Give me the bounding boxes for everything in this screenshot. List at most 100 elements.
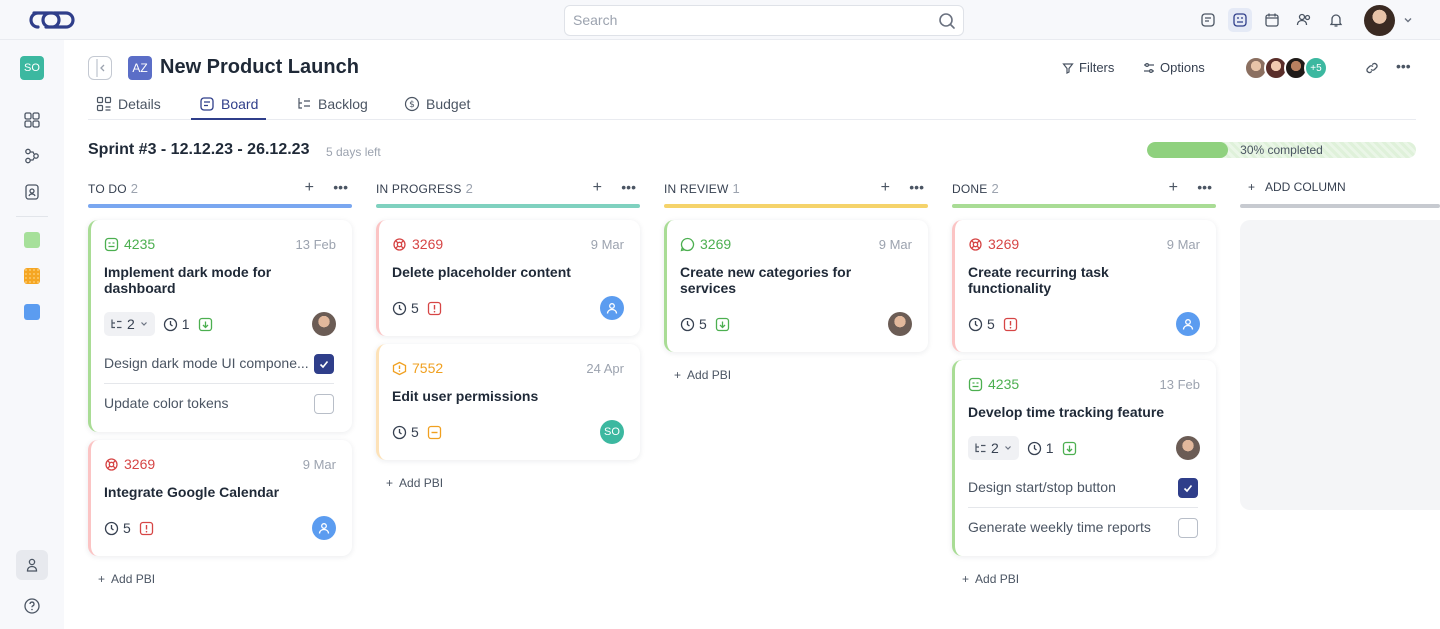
add-pbi-button[interactable]: + Add PBI	[674, 368, 731, 382]
estimate-value: 5	[411, 424, 419, 440]
column-color-bar	[1240, 204, 1440, 208]
column-menu-icon[interactable]: •••	[621, 179, 636, 195]
checkbox-checked[interactable]	[314, 354, 334, 374]
checklist-item[interactable]: Update color tokens	[104, 384, 334, 424]
low-priority-icon	[715, 317, 729, 331]
more-options-icon[interactable]: •••	[1396, 58, 1411, 74]
add-column-dropzone[interactable]	[1240, 220, 1440, 510]
checkbox-checked[interactable]	[1178, 478, 1198, 498]
card[interactable]: 3269 9 Mar Create recurring task functio…	[952, 220, 1216, 352]
link-icon[interactable]	[1364, 60, 1380, 81]
search-box[interactable]	[564, 5, 964, 36]
card-id: 3269	[968, 236, 1019, 252]
search-icon[interactable]	[937, 11, 957, 36]
assignee-avatar[interactable]	[600, 296, 624, 320]
search-input[interactable]	[573, 12, 913, 28]
tab-budget[interactable]: $ Budget	[404, 96, 470, 120]
assignee-avatar[interactable]	[312, 516, 336, 540]
card-title: Create recurring task functionality	[968, 264, 1109, 296]
high-priority-icon	[427, 301, 441, 315]
bell-icon[interactable]	[1324, 8, 1348, 32]
subtasks-dropdown[interactable]: 2	[968, 436, 1019, 460]
column-header-in-progress: IN PROGRESS 2 + •••	[376, 179, 640, 208]
checklist-item[interactable]: Generate weekly time reports	[968, 508, 1198, 548]
column-color-bar	[376, 204, 640, 208]
help-icon[interactable]	[22, 596, 42, 621]
chevron-down-icon[interactable]	[1402, 13, 1414, 31]
column-header-done: DONE 2 + •••	[952, 179, 1216, 208]
bug-icon	[105, 457, 118, 471]
checklist-item[interactable]: Design dark mode UI compone...	[104, 344, 334, 384]
card[interactable]: 7552 24 Apr Edit user permissions 5 SO	[376, 344, 640, 460]
project-orange-icon[interactable]	[24, 268, 40, 284]
subtasks-count: 2	[991, 440, 999, 456]
checklist-item[interactable]: Design start/stop button	[968, 468, 1198, 508]
add-card-icon[interactable]: +	[881, 179, 890, 197]
profile-icon[interactable]	[16, 550, 48, 580]
app-logo[interactable]	[24, 8, 86, 37]
column-menu-icon[interactable]: •••	[909, 179, 924, 195]
assignee-avatar[interactable]	[888, 312, 912, 336]
members-avatars[interactable]: +5	[1244, 56, 1328, 80]
add-card-icon[interactable]: +	[305, 179, 314, 197]
card[interactable]: 4235 13 Feb Implement dark mode for dash…	[88, 220, 352, 432]
assignee-avatar[interactable]	[312, 312, 336, 336]
sprint-progress-bar: 30% completed	[1147, 142, 1416, 158]
card-date: 9 Mar	[1166, 237, 1200, 252]
tab-details[interactable]: Details	[96, 96, 161, 120]
estimate-value: 5	[699, 316, 707, 332]
sprint-days-left: 5 days left	[326, 145, 381, 159]
user-avatar[interactable]	[1364, 5, 1395, 36]
card-id: 4235	[968, 376, 1019, 392]
column-menu-icon[interactable]: •••	[1197, 179, 1212, 195]
card[interactable]: 3269 9 Mar Integrate Google Calendar 5	[88, 440, 352, 556]
assignee-avatar[interactable]: SO	[600, 420, 624, 444]
add-pbi-button[interactable]: + Add PBI	[962, 572, 1019, 586]
column-color-bar	[88, 204, 352, 208]
add-column[interactable]: + ADD COLUMN	[1240, 180, 1440, 510]
add-card-icon[interactable]: +	[593, 179, 602, 197]
subtasks-dropdown[interactable]: 2	[104, 312, 155, 336]
contacts-icon[interactable]	[22, 182, 42, 202]
team-icon[interactable]	[1292, 8, 1316, 32]
question-bubble-icon	[680, 237, 695, 251]
card-title: Implement dark mode for dashboard	[104, 264, 272, 296]
more-members-badge[interactable]: +5	[1304, 56, 1328, 80]
notes-icon[interactable]	[1196, 8, 1220, 32]
card-meta: 5	[104, 520, 154, 536]
card[interactable]: 3269 9 Mar Create new categories for ser…	[664, 220, 928, 352]
card-id: 3269	[392, 236, 443, 252]
add-pbi-button[interactable]: + Add PBI	[386, 476, 443, 490]
card[interactable]: 4235 13 Feb Develop time tracking featur…	[952, 360, 1216, 556]
sidebar-toggle-button[interactable]	[88, 56, 112, 80]
tab-board-label: Board	[221, 96, 259, 112]
assignee-avatar[interactable]	[1176, 436, 1200, 460]
project-green-icon[interactable]	[24, 232, 40, 248]
add-pbi-button[interactable]: + Add PBI	[98, 572, 155, 586]
card-id: 3269	[680, 236, 731, 252]
clock-icon	[1027, 441, 1041, 455]
tab-backlog[interactable]: Backlog	[296, 96, 368, 120]
calendar-icon[interactable]	[1260, 8, 1284, 32]
workspace-badge[interactable]: SO	[20, 56, 44, 80]
column-menu-icon[interactable]: •••	[333, 179, 348, 195]
card-id-text: 7552	[412, 360, 444, 376]
column-color-bar	[952, 204, 1216, 208]
card-meta: 2 1	[968, 436, 1077, 460]
bug-icon	[393, 237, 406, 251]
options-button[interactable]: Options	[1143, 60, 1205, 75]
checkbox[interactable]	[1178, 518, 1198, 538]
assignee-avatar[interactable]	[1176, 312, 1200, 336]
checkbox[interactable]	[314, 394, 334, 414]
workflow-icon[interactable]	[22, 146, 42, 166]
dashboard-icon[interactable]	[22, 110, 42, 130]
board-icon[interactable]	[1228, 8, 1252, 32]
tab-board[interactable]: Board	[191, 96, 267, 120]
project-blue-icon[interactable]	[24, 304, 40, 320]
filters-button[interactable]: Filters	[1062, 60, 1114, 75]
clock-icon	[104, 521, 119, 535]
add-card-icon[interactable]: +	[1169, 179, 1178, 197]
card-id: 3269	[104, 456, 155, 472]
column-count: 2	[465, 181, 473, 196]
card[interactable]: 3269 9 Mar Delete placeholder content 5	[376, 220, 640, 336]
